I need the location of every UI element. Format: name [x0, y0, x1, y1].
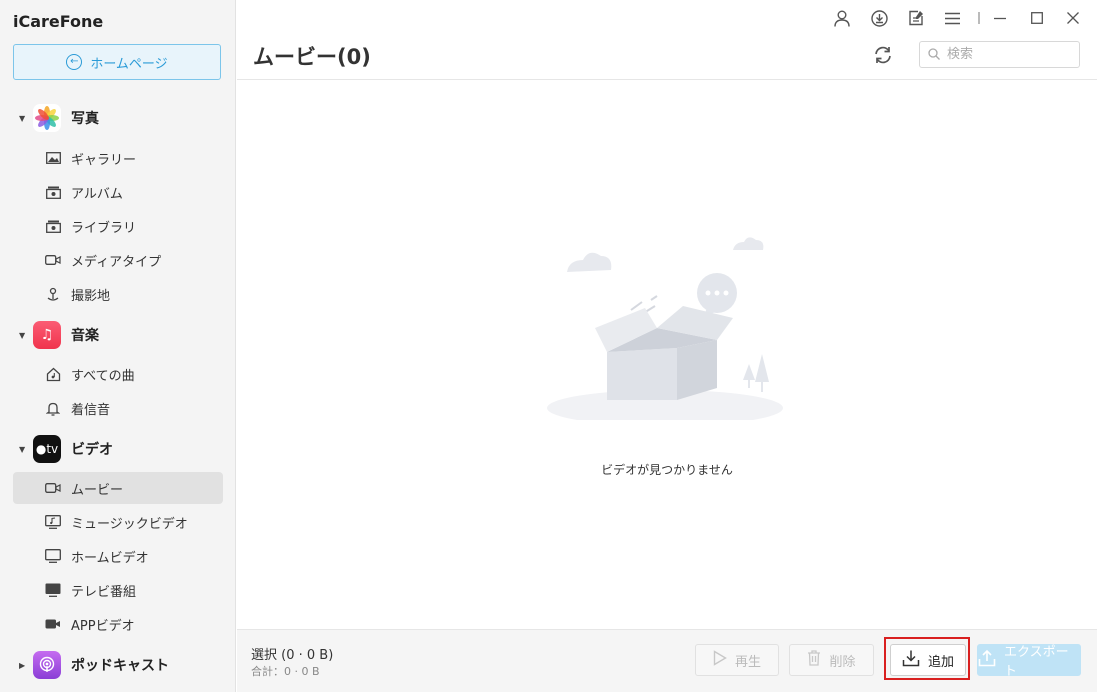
apple-tv-icon-text: tv: [46, 442, 59, 456]
sidebar-item-label: アルバム: [71, 186, 123, 202]
page-title: ムービー(0): [253, 45, 371, 69]
refresh-icon[interactable]: [872, 44, 894, 66]
monitor-icon: [45, 548, 61, 564]
action-footer: 選択 (0 · 0 B) 合計：0 · 0 B 再生 削除 追加 エクスポート: [237, 629, 1097, 692]
sidebar-item-label: ムービー: [71, 482, 124, 498]
close-icon[interactable]: [1064, 9, 1082, 27]
sidebar-item-label: ギャラリー: [71, 152, 137, 168]
expand-triangle-icon[interactable]: ▼: [19, 331, 25, 340]
category-label: 音楽: [71, 328, 99, 344]
sidebar-item-label: メディアタイプ: [71, 254, 162, 270]
collapse-triangle-icon[interactable]: ▶: [19, 661, 25, 670]
search-box[interactable]: [919, 41, 1080, 68]
category-label: ポッドキャスト: [71, 658, 169, 674]
video-camera-icon: [45, 252, 61, 268]
content-header: ムービー(0): [237, 36, 1097, 80]
download-icon[interactable]: [870, 9, 888, 27]
main-content: ビデオが見つかりません: [237, 80, 1097, 629]
music-video-icon: [45, 514, 61, 530]
play-label: 再生: [734, 654, 761, 670]
photos-icon: [33, 104, 61, 132]
sidebar-item-all-songs[interactable]: すべての曲: [13, 358, 223, 390]
window-titlebar: [237, 0, 1097, 36]
empty-state-message: ビデオが見つかりません: [601, 463, 733, 477]
sidebar-item-label: 撮影地: [71, 288, 111, 304]
sidebar-item-tv-shows[interactable]: テレビ番組: [13, 574, 223, 606]
delete-button[interactable]: 削除: [789, 644, 874, 676]
export-label: エクスポート: [1004, 645, 1069, 679]
arrow-left-icon: ←: [66, 54, 83, 70]
delete-label: 削除: [829, 654, 856, 670]
minimize-icon[interactable]: [991, 9, 1009, 27]
play-button[interactable]: 再生: [695, 644, 779, 676]
export-icon: [978, 649, 996, 671]
sidebar-item-label: テレビ番組: [71, 584, 137, 600]
import-icon: [902, 649, 920, 671]
user-icon[interactable]: [833, 9, 851, 27]
category-video[interactable]: ▼ ● tv ビデオ: [0, 432, 236, 466]
sidebar-item-location[interactable]: 撮影地: [13, 278, 223, 310]
sidebar-item-label: ミュージックビデオ: [71, 516, 188, 532]
image-icon: [45, 150, 61, 166]
sidebar-item-ringtones[interactable]: 着信音: [13, 392, 223, 424]
music-home-icon: [45, 366, 61, 382]
library-icon: [45, 218, 61, 234]
add-label: 追加: [927, 654, 954, 670]
home-page-button[interactable]: ← ホームページ: [13, 44, 221, 80]
total-summary: 合計：0 · 0 B: [251, 665, 320, 678]
expand-triangle-icon[interactable]: ▼: [19, 445, 25, 454]
sidebar-item-music-videos[interactable]: ミュージックビデオ: [13, 506, 223, 538]
add-button[interactable]: 追加: [890, 644, 966, 676]
sidebar-item-home-videos[interactable]: ホームビデオ: [13, 540, 223, 572]
app-video-icon: [45, 616, 61, 632]
search-input[interactable]: [945, 46, 1069, 63]
search-icon: [928, 45, 940, 64]
maximize-icon[interactable]: [1028, 9, 1046, 27]
sidebar-item-label: 着信音: [71, 402, 111, 418]
empty-box-illustration: [547, 230, 787, 426]
menu-icon[interactable]: [943, 9, 961, 27]
music-icon: ♫: [33, 321, 61, 349]
sidebar-item-app-videos[interactable]: APPビデオ: [13, 608, 223, 640]
category-music[interactable]: ▼ ♫ 音楽: [0, 318, 236, 352]
sidebar-item-media-type[interactable]: メディアタイプ: [13, 244, 223, 276]
sidebar-item-label: APPビデオ: [71, 618, 135, 634]
bell-icon: [45, 400, 61, 416]
export-button[interactable]: エクスポート: [977, 644, 1081, 679]
apple-tv-icon: ● tv: [33, 435, 61, 463]
selection-summary: 選択 (0 · 0 B): [251, 648, 334, 663]
tv-show-icon: [45, 582, 61, 598]
separator-icon: [970, 9, 988, 27]
trash-icon: [807, 650, 821, 670]
category-label: ビデオ: [71, 442, 113, 458]
category-podcasts[interactable]: ▶ ポッドキャスト: [0, 648, 236, 682]
expand-triangle-icon[interactable]: ▼: [19, 114, 25, 123]
feedback-icon[interactable]: [907, 9, 925, 27]
sidebar-item-album[interactable]: アルバム: [13, 176, 223, 208]
location-pin-icon: [45, 286, 61, 302]
category-label: 写真: [71, 111, 99, 127]
sidebar-item-movies[interactable]: ムービー: [13, 472, 223, 504]
sidebar-item-gallery[interactable]: ギャラリー: [13, 142, 223, 174]
sidebar-item-library[interactable]: ライブラリ: [13, 210, 223, 242]
album-icon: [45, 184, 61, 200]
sidebar-item-label: ライブラリ: [71, 220, 137, 236]
sidebar: iCareFone ← ホームページ ▼ 写真 ギャラリー アルバム ライブラリ…: [0, 0, 236, 692]
play-icon: [713, 650, 727, 670]
app-title: iCareFone: [13, 12, 104, 31]
sidebar-item-label: すべての曲: [71, 368, 135, 384]
video-camera-icon: [45, 480, 61, 496]
sidebar-item-label: ホームビデオ: [71, 550, 149, 566]
podcast-icon: [33, 651, 61, 679]
category-photos[interactable]: ▼ 写真: [0, 101, 236, 135]
home-page-label: ホームページ: [90, 56, 168, 72]
